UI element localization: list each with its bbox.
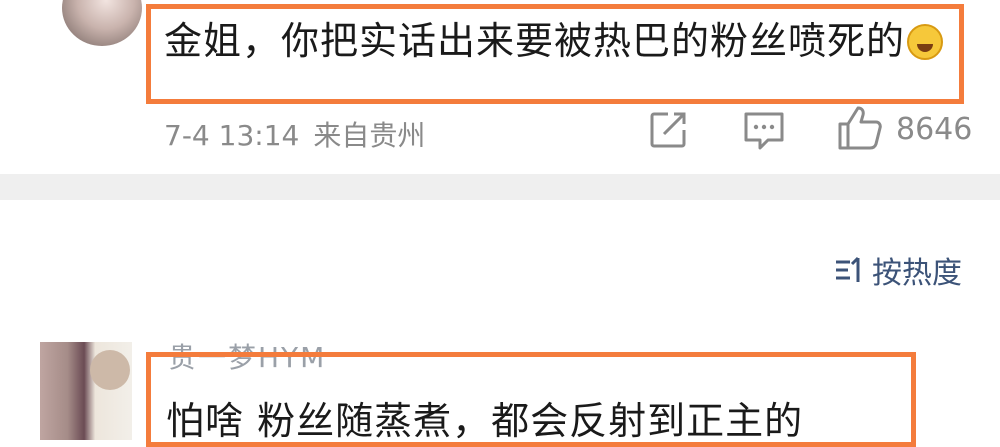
- like-count: 8646: [896, 112, 973, 147]
- sort-icon: [836, 256, 860, 282]
- divider: [0, 174, 1000, 200]
- comment-location: 来自贵州: [313, 119, 426, 152]
- laughing-crying-emoji-icon: [907, 24, 944, 60]
- comment-text-body: 金姐，你把实话出来要被热巴的粉丝喷死的: [164, 19, 906, 63]
- comment-text: 金姐，你把实话出来要被热巴的粉丝喷死的: [164, 10, 944, 65]
- sort-label: 按热度: [872, 256, 962, 291]
- avatar[interactable]: [40, 342, 132, 440]
- comment-icon[interactable]: [742, 108, 786, 152]
- share-icon[interactable]: [646, 108, 690, 152]
- sort-button[interactable]: 按热度: [834, 248, 962, 292]
- avatar-image: [90, 350, 130, 390]
- avatar[interactable]: [62, 0, 142, 46]
- comment-meta: 7-4 13:14 来自贵州: [164, 114, 439, 154]
- thumbs-up-icon[interactable]: [836, 104, 884, 152]
- comment-text: 怕啥 粉丝随蒸煮，都会反射到正主的: [166, 399, 804, 443]
- comment-date: 7-4 13:14: [164, 119, 300, 152]
